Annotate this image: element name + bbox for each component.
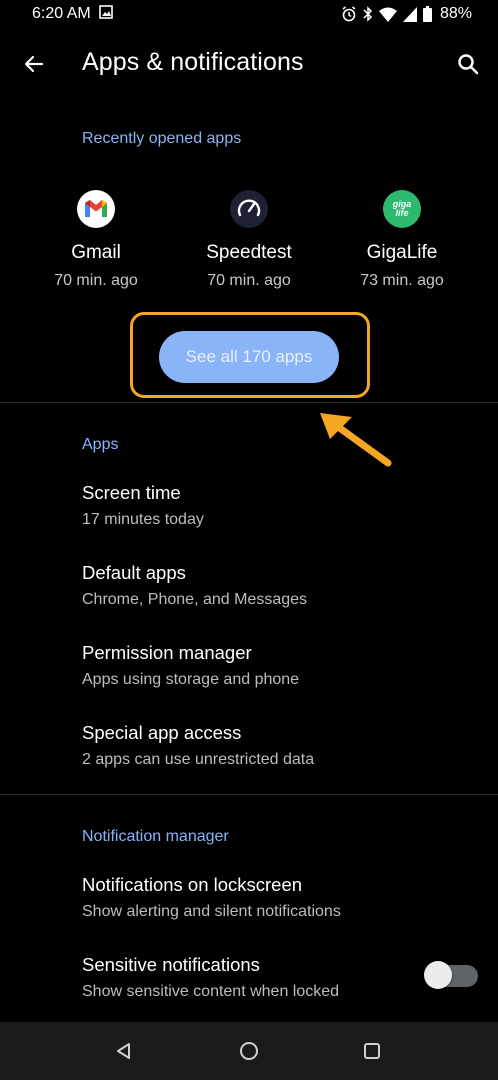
speedtest-icon	[230, 190, 268, 228]
pref-title: Notifications on lockscreen	[82, 874, 303, 895]
recent-apps-list: Gmail 70 min. ago Speedtest 70 min. ago …	[0, 186, 498, 296]
pref-title: Sensitive notifications	[82, 954, 260, 975]
pointer-arrow-icon	[312, 405, 398, 476]
sensitive-notifications-toggle[interactable]	[424, 961, 478, 989]
recent-app-gigalife[interactable]: giga life GigaLife 73 min. ago	[332, 190, 472, 290]
pref-title: Special app access	[82, 722, 242, 743]
recents-square-icon[interactable]	[359, 1038, 385, 1064]
alarm-icon	[341, 6, 357, 22]
battery-icon	[422, 6, 432, 22]
pref-special-app-access[interactable]: Special app access 2 apps can use unrest…	[82, 722, 412, 769]
back-triangle-icon[interactable]	[111, 1038, 137, 1064]
bluetooth-icon	[363, 6, 373, 22]
navigation-bar	[0, 1022, 498, 1080]
pref-permission-manager[interactable]: Permission manager Apps using storage an…	[82, 642, 412, 689]
battery-percent: 88%	[439, 5, 472, 22]
pref-summary: Show sensitive content when locked	[82, 983, 340, 1000]
wifi-icon	[378, 7, 397, 22]
app-name: Speedtest	[206, 242, 292, 263]
pref-sensitive-notifications[interactable]: Sensitive notifications Show sensitive c…	[82, 954, 412, 1001]
gmail-icon	[77, 190, 115, 228]
app-name: Gmail	[71, 242, 121, 263]
status-bar-left: 6:20 AM	[32, 4, 113, 24]
section-divider	[0, 402, 498, 403]
notification-section-header: Notification manager	[82, 828, 229, 845]
pref-notifications-lockscreen[interactable]: Notifications on lockscreen Show alertin…	[82, 874, 412, 921]
home-circle-icon[interactable]	[236, 1038, 262, 1064]
pref-summary: Chrome, Phone, and Messages	[82, 591, 308, 608]
app-name: GigaLife	[366, 242, 438, 263]
see-all-apps-button[interactable]: See all 170 apps	[159, 331, 339, 383]
status-bar-right: 88%	[341, 5, 472, 23]
recent-apps-header: Recently opened apps	[82, 130, 242, 147]
image-icon	[98, 4, 113, 24]
status-bar: 6:20 AM 88%	[0, 0, 498, 28]
signal-icon	[402, 6, 417, 22]
pref-summary: Show alerting and silent notifications	[82, 903, 341, 920]
back-arrow-icon[interactable]	[20, 50, 48, 78]
app-bar: Apps & notifications	[0, 36, 498, 92]
app-last-opened: 70 min. ago	[54, 272, 138, 289]
app-last-opened: 73 min. ago	[360, 272, 444, 289]
apps-section-header: Apps	[82, 436, 119, 453]
gigalife-logo-text: giga life	[392, 199, 412, 218]
pref-screen-time[interactable]: Screen time 17 minutes today	[82, 482, 412, 529]
pref-title: Screen time	[82, 482, 181, 503]
pref-summary: 17 minutes today	[82, 511, 204, 528]
pref-summary: 2 apps can use unrestricted data	[82, 751, 315, 768]
search-icon[interactable]	[454, 50, 482, 78]
pref-default-apps[interactable]: Default apps Chrome, Phone, and Messages	[82, 562, 412, 609]
status-time: 6:20 AM	[32, 5, 91, 22]
app-last-opened: 70 min. ago	[207, 272, 291, 289]
recent-app-speedtest[interactable]: Speedtest 70 min. ago	[179, 190, 319, 290]
pref-summary: Apps using storage and phone	[82, 671, 300, 688]
gigalife-icon: giga life	[383, 190, 421, 228]
toggle-thumb	[424, 961, 452, 989]
pref-title: Permission manager	[82, 642, 252, 663]
section-divider	[0, 794, 498, 795]
page-title: Apps & notifications	[82, 48, 304, 76]
recent-app-gmail[interactable]: Gmail 70 min. ago	[26, 190, 166, 290]
pref-title: Default apps	[82, 562, 186, 583]
